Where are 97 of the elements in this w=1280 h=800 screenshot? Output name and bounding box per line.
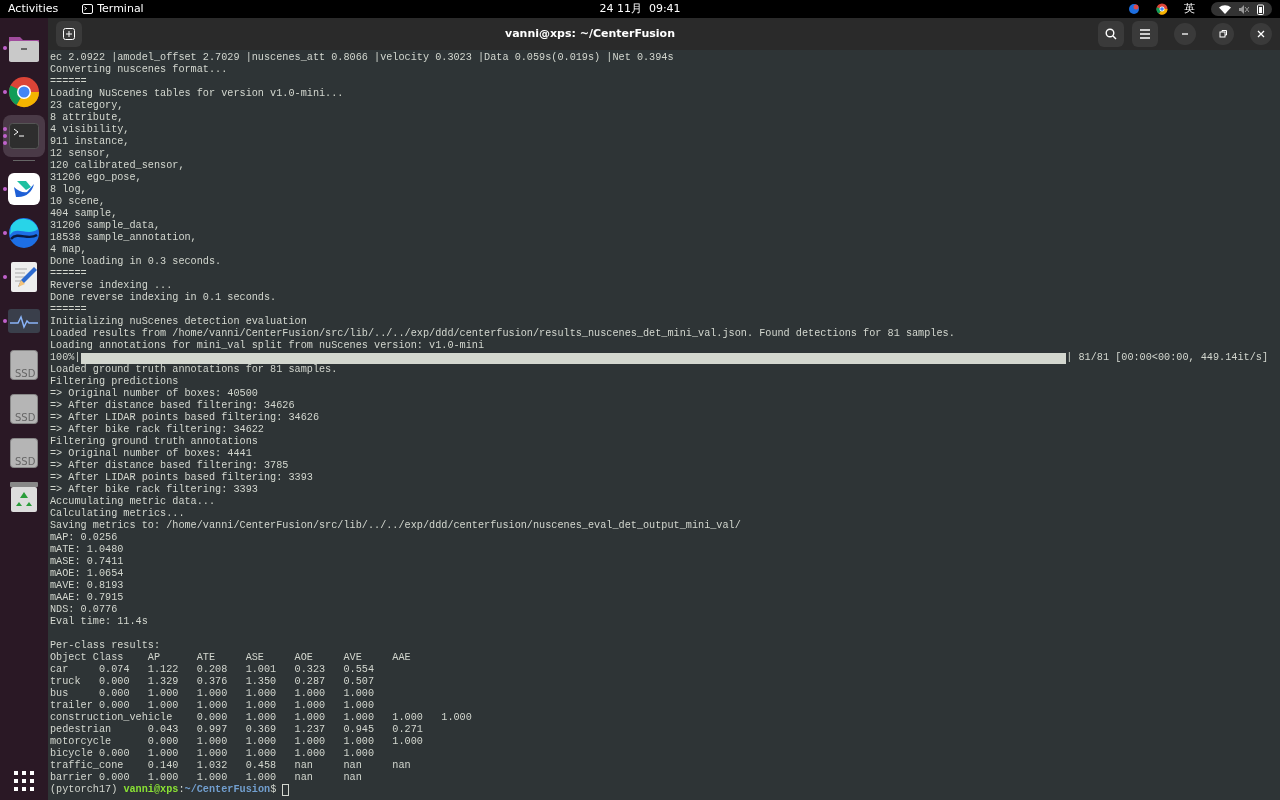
terminal-line: 404 sample,	[50, 208, 119, 220]
show-apps-icon[interactable]	[13, 770, 35, 792]
progress-percent: 100%|	[50, 352, 81, 364]
maximize-button[interactable]	[1212, 23, 1234, 45]
terminal-line: Saving metrics to: /home/vanni/CenterFusion/src/lib/../../exp/ddd/centerfusion/nuscenes_eval_det_output_mini_val/	[50, 520, 742, 532]
chrome-icon	[8, 76, 40, 108]
terminal-line: 23 category,	[50, 100, 125, 112]
wifi-icon	[1219, 4, 1231, 14]
plus-icon	[63, 28, 75, 40]
terminal-line: pedestrian 0.043 0.997 0.369 1.237 0.945 0.271	[50, 724, 424, 736]
terminal-line: => After bike rack filtering: 3393	[50, 484, 259, 496]
terminal-line: ec 2.0922 |amodel_offset 2.7029 |nuscenes_att 0.8066 |velocity 0.3023 |Data 0.059s(0.019s) |Net 0.394s	[50, 52, 675, 64]
terminal-line: 31206 ego_pose,	[50, 172, 143, 184]
terminal-line: Eval time: 11.4s	[50, 616, 149, 628]
terminal-line: Loaded ground truth annotations for 81 samples.	[50, 364, 339, 376]
status-menu[interactable]	[1211, 2, 1272, 16]
terminal-icon	[82, 4, 94, 14]
terminal-line: ======	[50, 268, 88, 280]
terminal-line: => After bike rack filtering: 34622	[50, 424, 265, 436]
terminal-line: mAAE: 0.7915	[50, 592, 125, 604]
terminal-line: => After distance based filtering: 3785	[50, 460, 290, 472]
drive-label: SSD	[15, 367, 36, 381]
terminal-line: 4 visibility,	[50, 124, 131, 136]
terminal-line: 12 sensor,	[50, 148, 113, 160]
terminal-line: Converting nuscenes format...	[50, 64, 229, 76]
drive-label: SSD	[15, 411, 36, 425]
terminal-line: 120 calibrated_sensor,	[50, 160, 186, 172]
terminal-line: mASE: 0.7411	[50, 556, 125, 568]
muted-speaker-icon	[1239, 4, 1249, 14]
terminal-line: Object Class AP ATE ASE AOE AVE AAE	[50, 652, 412, 664]
terminal-line: 8 log,	[50, 184, 88, 196]
menu-icon	[1139, 29, 1151, 39]
terminal-line: car 0.074 1.122 0.208 1.001 0.323 0.554	[50, 664, 376, 676]
terminal-line: 4 map,	[50, 244, 88, 256]
terminal-line: NDS: 0.0776	[50, 604, 119, 616]
restore-icon	[1216, 27, 1230, 41]
tray-app-icon[interactable]	[1128, 3, 1140, 15]
terminal-line: => After LIDAR points based filtering: 34626	[50, 412, 320, 424]
terminal-line: trailer 0.000 1.000 1.000 1.000 1.000 1.000	[50, 700, 376, 712]
terminal-line: Done reverse indexing in 0.1 seconds.	[50, 292, 278, 304]
terminal-line: construction_vehicle 0.000 1.000 1.000 1.000 1.000 1.000	[50, 712, 473, 724]
terminal-line: truck 0.000 1.329 0.376 1.350 0.287 0.507	[50, 676, 376, 688]
minimize-icon	[1182, 33, 1188, 35]
terminal-line: => After LIDAR points based filtering: 3393	[50, 472, 314, 484]
search-button[interactable]	[1098, 21, 1124, 47]
terminal-line: Per-class results:	[50, 640, 162, 652]
terminal-line: Loaded results from /home/vanni/CenterFusion/src/lib/../../exp/ddd/centerfusion/results_nuscenes_det_mini_val.json. Found detections for 81 samples.	[50, 328, 956, 340]
app-menu[interactable]: Terminal	[97, 0, 144, 18]
terminal-line: mATE: 1.0480	[50, 544, 125, 556]
terminal-line: ======	[50, 304, 88, 316]
progress-status: | 81/81 [00:00<00:00, 449.14it/s]	[1066, 352, 1268, 364]
clock[interactable]: 24 11月 09:41	[599, 0, 681, 18]
terminal-line: barrier 0.000 1.000 1.000 1.000 nan nan	[50, 772, 363, 784]
terminal-line: 31206 sample_data,	[50, 220, 162, 232]
new-tab-button[interactable]	[56, 21, 82, 47]
battery-icon	[1257, 3, 1264, 15]
terminal-line: Done loading in 0.3 seconds.	[50, 256, 223, 268]
terminal-line: traffic_cone 0.140 1.032 0.458 nan nan nan	[50, 760, 412, 772]
terminal-line: => Original number of boxes: 40500	[50, 388, 259, 400]
terminal-line: Loading NuScenes tables for version v1.0-mini...	[50, 88, 345, 100]
bird-app-icon	[8, 173, 40, 205]
terminal-line: bicycle 0.000 1.000 1.000 1.000 1.000 1.000	[50, 748, 376, 760]
terminal-line: 911 instance,	[50, 136, 131, 148]
terminal-line: mAP: 0.0256	[50, 532, 119, 544]
text-cursor	[282, 784, 290, 796]
terminal-line: bus 0.000 1.000 1.000 1.000 1.000 1.000	[50, 688, 376, 700]
text-editor-icon	[10, 261, 38, 293]
chrome-tray-icon[interactable]	[1156, 3, 1168, 15]
terminal-line: => Original number of boxes: 4441	[50, 448, 253, 460]
window-title: vanni@xps: ~/CenterFusion	[504, 25, 676, 42]
terminal-line: Calculating metrics...	[50, 508, 186, 520]
terminal-line: mAOE: 1.0654	[50, 568, 125, 580]
terminal-line: Reverse indexing ...	[50, 280, 174, 292]
terminal-icon	[9, 123, 39, 149]
shell-prompt: (pytorch17) vanni@xps:~/CenterFusion$	[50, 784, 278, 796]
activities-button[interactable]: Activities	[8, 0, 59, 18]
terminal-line: Initializing nuScenes detection evaluation	[50, 316, 308, 328]
search-icon	[1105, 28, 1117, 40]
terminal-line: mAVE: 0.8193	[50, 580, 125, 592]
terminal-line: Accumulating metric data...	[50, 496, 217, 508]
terminal-line: => After distance based filtering: 34626	[50, 400, 296, 412]
minimize-button[interactable]	[1174, 23, 1196, 45]
terminal-line: ======	[50, 76, 88, 88]
menu-button[interactable]	[1132, 21, 1158, 47]
trash-icon	[10, 482, 38, 512]
drive-label: SSD	[15, 455, 36, 469]
terminal-line: 8 attribute,	[50, 112, 125, 124]
input-method-indicator[interactable]: 英	[1184, 0, 1195, 18]
terminal-line: 10 scene,	[50, 196, 107, 208]
terminal-line: 18538 sample_annotation,	[50, 232, 198, 244]
wave-orb-icon	[8, 217, 40, 249]
terminal-line: Filtering predictions	[50, 376, 180, 388]
terminal-line: Filtering ground truth annotations	[50, 436, 259, 448]
system-monitor-icon	[8, 309, 40, 333]
terminal-line: motorcycle 0.000 1.000 1.000 1.000 1.000 1.000	[50, 736, 424, 748]
close-button[interactable]	[1250, 23, 1272, 45]
terminal-line: Loading annotations for mini_val split from nuScenes version: v1.0-mini	[50, 340, 486, 352]
